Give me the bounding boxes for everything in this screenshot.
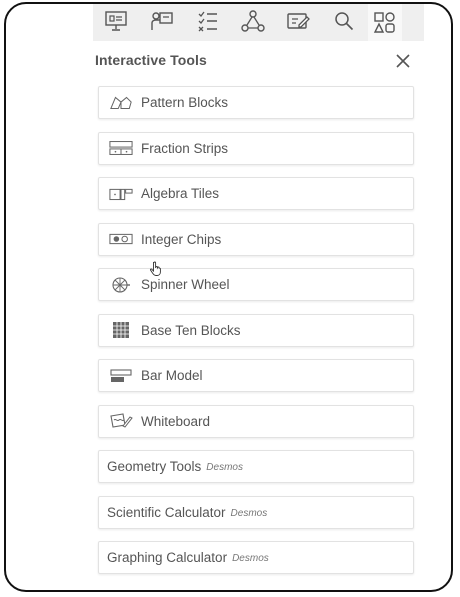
fraction-strips-icon bbox=[109, 139, 133, 157]
network-icon[interactable] bbox=[236, 6, 270, 36]
hand-cursor-icon bbox=[149, 261, 163, 277]
tool-graphing-calculator[interactable]: Graphing Calculator Desmos bbox=[98, 541, 414, 574]
tool-label: Base Ten Blocks bbox=[141, 322, 241, 338]
desmos-brand: Desmos bbox=[230, 507, 268, 519]
search-icon[interactable] bbox=[327, 6, 361, 36]
pattern-blocks-icon bbox=[109, 94, 133, 112]
base-ten-blocks-icon bbox=[109, 321, 133, 339]
shapes-icon[interactable] bbox=[368, 4, 402, 41]
panel-title: Interactive Tools bbox=[95, 52, 207, 68]
algebra-tiles-icon bbox=[109, 185, 133, 203]
tool-label: Fraction Strips bbox=[141, 140, 229, 156]
tool-bar-model[interactable]: Bar Model bbox=[98, 359, 414, 392]
close-icon bbox=[396, 54, 410, 68]
tool-scientific-calculator[interactable]: Scientific Calculator Desmos bbox=[98, 495, 414, 529]
teacher-icon[interactable] bbox=[145, 6, 179, 36]
tool-label: Geometry Tools bbox=[107, 459, 202, 474]
tool-base-ten-blocks[interactable]: Base Ten Blocks bbox=[98, 313, 414, 347]
edit-note-icon[interactable] bbox=[281, 6, 315, 36]
tool-spinner-wheel[interactable]: Spinner Wheel bbox=[98, 268, 414, 301]
close-button[interactable] bbox=[392, 50, 414, 72]
tool-pattern-blocks[interactable]: Pattern Blocks bbox=[98, 86, 414, 119]
tool-label: Pattern Blocks bbox=[141, 95, 229, 110]
tool-label: Scientific Calculator bbox=[107, 504, 226, 520]
checklist-icon[interactable] bbox=[191, 6, 225, 36]
top-toolbar bbox=[93, 4, 424, 41]
tool-label: Algebra Tiles bbox=[141, 186, 220, 201]
tool-fraction-strips[interactable]: Fraction Strips bbox=[98, 131, 414, 165]
tool-label: Integer Chips bbox=[141, 231, 222, 247]
bar-model-icon bbox=[109, 367, 133, 385]
tool-whiteboard[interactable]: Whiteboard bbox=[98, 404, 414, 438]
desmos-brand: Desmos bbox=[206, 462, 243, 473]
spinner-wheel-icon bbox=[109, 276, 133, 294]
presentation-icon[interactable] bbox=[99, 6, 133, 36]
whiteboard-icon bbox=[109, 412, 133, 430]
tool-label: Spinner Wheel bbox=[141, 277, 230, 292]
desmos-brand: Desmos bbox=[232, 553, 269, 564]
tool-label: Graphing Calculator bbox=[107, 550, 228, 565]
tool-algebra-tiles[interactable]: Algebra Tiles bbox=[98, 177, 414, 210]
tool-label: Whiteboard bbox=[141, 413, 211, 429]
tool-geometry-tools[interactable]: Geometry Tools Desmos bbox=[98, 450, 414, 483]
device-frame: Interactive Tools Pattern Blocks Fractio… bbox=[4, 2, 453, 592]
tool-label: Bar Model bbox=[141, 368, 203, 383]
integer-chips-icon bbox=[109, 230, 133, 248]
tool-integer-chips[interactable]: Integer Chips bbox=[98, 222, 414, 256]
tools-list: Pattern Blocks Fraction Strips Algebra T… bbox=[98, 86, 414, 587]
